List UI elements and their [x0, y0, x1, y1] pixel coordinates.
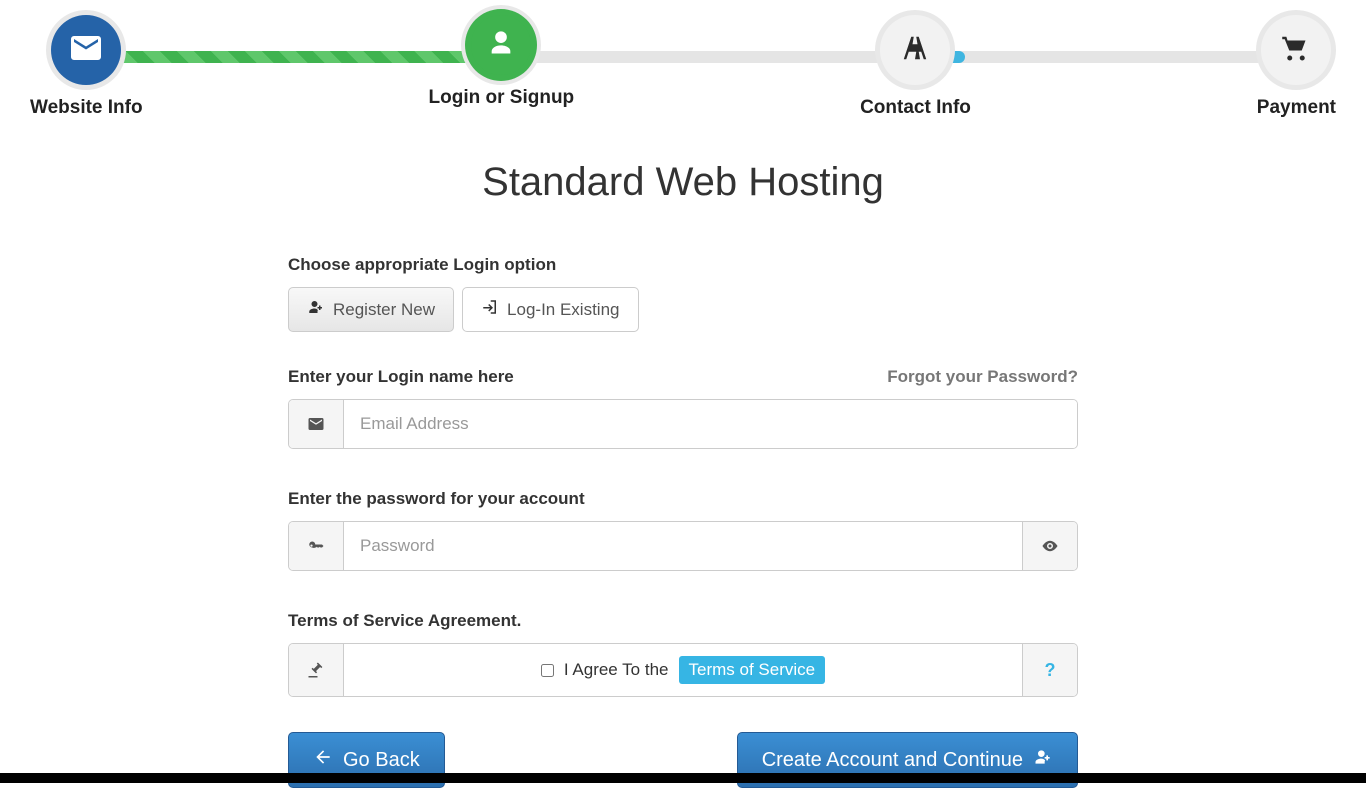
- road-icon: [900, 33, 930, 68]
- user-icon: [487, 29, 515, 62]
- user-plus-icon: [307, 298, 325, 321]
- password-label: Enter the password for your account: [288, 489, 1078, 509]
- step-label: Website Info: [30, 97, 143, 119]
- eye-icon[interactable]: [1022, 522, 1077, 570]
- step-label: Contact Info: [860, 97, 971, 119]
- tos-label: Terms of Service Agreement.: [288, 611, 1078, 631]
- login-existing-button[interactable]: Log-In Existing: [462, 287, 638, 332]
- user-plus-icon: [1033, 747, 1053, 773]
- tos-agree-text: I Agree To the: [564, 660, 669, 680]
- step-contact-info[interactable]: Contact Info: [860, 15, 971, 119]
- login-icon: [481, 298, 499, 321]
- cart-icon: [1281, 33, 1311, 68]
- tos-link[interactable]: Terms of Service: [679, 656, 826, 684]
- login-option-label: Choose appropriate Login option: [288, 255, 1078, 275]
- step-label: Payment: [1257, 97, 1336, 119]
- arrow-left-icon: [313, 747, 333, 773]
- register-new-button[interactable]: Register New: [288, 287, 454, 332]
- step-login-signup[interactable]: Login or Signup: [429, 15, 575, 119]
- gavel-icon: [289, 644, 344, 696]
- step-label: Login or Signup: [429, 87, 575, 109]
- password-field[interactable]: [344, 522, 1022, 570]
- mail-icon: [68, 30, 104, 71]
- page-title: Standard Web Hosting: [0, 160, 1366, 205]
- key-icon: [289, 522, 344, 570]
- step-website-info[interactable]: Website Info: [30, 15, 143, 119]
- forgot-password-link[interactable]: Forgot your Password?: [887, 367, 1078, 387]
- step-payment[interactable]: Payment: [1257, 15, 1336, 119]
- tos-checkbox[interactable]: [541, 664, 554, 677]
- login-name-label: Enter your Login name here: [288, 367, 514, 387]
- footer-bar: [0, 773, 1366, 783]
- email-icon: [289, 400, 344, 448]
- email-field[interactable]: [344, 400, 1077, 448]
- tos-help-button[interactable]: ?: [1022, 644, 1077, 696]
